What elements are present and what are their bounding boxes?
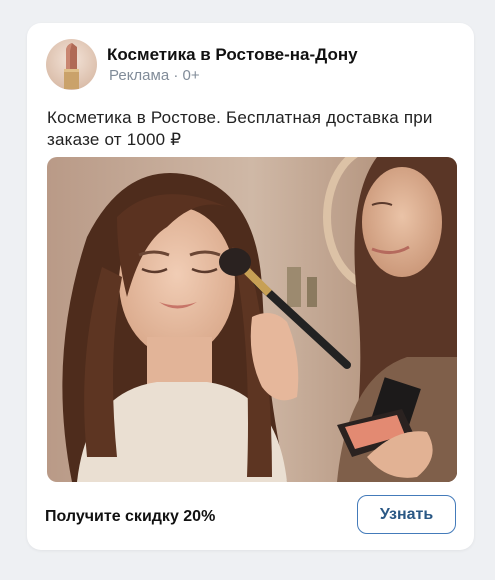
- advertiser-name[interactable]: Косметика в Ростове-на-Дону: [107, 45, 358, 65]
- promo-text: Получите скидку 20%: [45, 508, 216, 525]
- ad-label: Реклама · 0+: [109, 67, 200, 84]
- ad-description: Косметика в Ростове. Бесплатная доставка…: [47, 108, 433, 149]
- ad-card: Косметика в Ростове-на-Дону Реклама · 0+…: [27, 23, 474, 550]
- lipstick-icon: [64, 43, 79, 89]
- ad-image[interactable]: [47, 157, 457, 482]
- advertiser-avatar[interactable]: [46, 39, 97, 90]
- learn-more-button[interactable]: Узнать: [357, 495, 456, 534]
- ad-header: Косметика в Ростове-на-Дону Реклама · 0+: [46, 39, 358, 90]
